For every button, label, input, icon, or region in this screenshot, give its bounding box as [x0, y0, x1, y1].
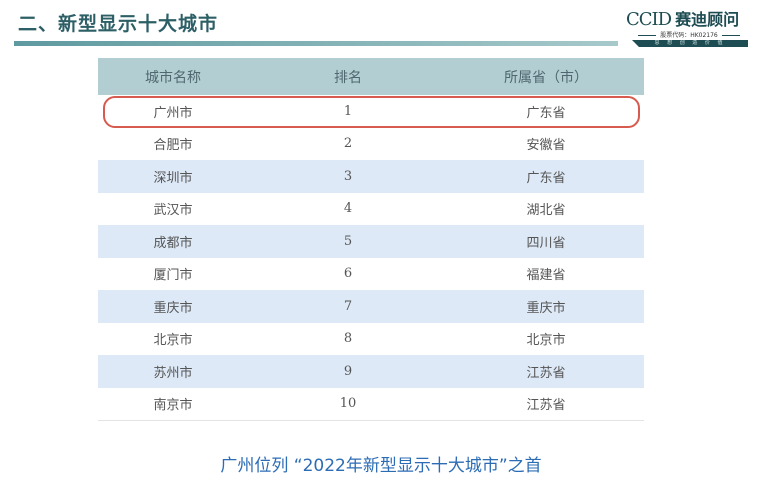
cell-rank: 4 [248, 192, 448, 225]
cell-city: 南京市 [98, 387, 248, 421]
page-title: 二、新型显示十大城市 [18, 13, 219, 35]
city-ranking-table: 城市名称 排名 所属省（市） 广州市 1 广东省 合肥市 2 安徽省 深圳市 3… [98, 58, 644, 421]
table-row: 苏州市 9 江苏省 [98, 355, 644, 388]
cell-rank: 5 [248, 225, 448, 258]
cell-province: 湖北省 [448, 192, 644, 225]
cell-city: 武汉市 [98, 192, 248, 225]
table-row: 厦门市 6 福建省 [98, 257, 644, 290]
caption: 广州位列 “2022年新型显示十大城市”之首 [220, 456, 542, 476]
cell-province: 重庆市 [448, 290, 644, 323]
ccid-logo: CCID 赛迪顾问 股票代码：HK02176 思 想 创 造 价 值 [626, 6, 750, 52]
table-row: 重庆市 7 重庆市 [98, 290, 644, 323]
table-header-row: 城市名称 排名 所属省（市） [98, 58, 644, 95]
cell-city: 深圳市 [98, 160, 248, 193]
cell-province: 北京市 [448, 322, 644, 355]
logo-brand-cn: 赛迪顾问 [675, 10, 740, 29]
header-province: 所属省（市） [448, 58, 644, 95]
cell-rank: 2 [248, 127, 448, 160]
cell-province: 广东省 [448, 160, 644, 193]
cell-rank: 1 [248, 95, 448, 128]
cell-city: 合肥市 [98, 127, 248, 160]
cell-province: 江苏省 [448, 387, 644, 421]
cell-rank: 6 [248, 257, 448, 290]
cell-rank: 7 [248, 290, 448, 323]
title-underline-bar [14, 41, 618, 46]
cell-city: 广州市 [98, 95, 248, 128]
logo-wordmark: CCID 赛迪顾问 [626, 6, 739, 30]
header-city-name: 城市名称 [98, 58, 248, 95]
cell-province: 广东省 [448, 95, 644, 128]
cell-city: 成都市 [98, 225, 248, 258]
cell-province: 江苏省 [448, 355, 644, 388]
logo-stock-code: 股票代码：HK02176 [630, 30, 748, 39]
cell-city: 厦门市 [98, 257, 248, 290]
table-row: 南京市 10 江苏省 [98, 387, 644, 421]
table-row: 合肥市 2 安徽省 [98, 127, 644, 160]
logo-tagline: 思 想 创 造 价 值 [632, 40, 748, 47]
cell-rank: 9 [248, 355, 448, 388]
cell-province: 安徽省 [448, 127, 644, 160]
table-row: 成都市 5 四川省 [98, 225, 644, 258]
cell-city: 重庆市 [98, 290, 248, 323]
table-row: 北京市 8 北京市 [98, 322, 644, 355]
logo-brand-latin: CCID [626, 9, 672, 30]
table-row: 武汉市 4 湖北省 [98, 192, 644, 225]
header-rank: 排名 [248, 58, 448, 95]
table-row: 广州市 1 广东省 [98, 95, 644, 128]
cell-province: 福建省 [448, 257, 644, 290]
cell-rank: 8 [248, 322, 448, 355]
cell-rank: 3 [248, 160, 448, 193]
table-row: 深圳市 3 广东省 [98, 160, 644, 193]
cell-city: 苏州市 [98, 355, 248, 388]
cell-city: 北京市 [98, 322, 248, 355]
cell-province: 四川省 [448, 225, 644, 258]
cell-rank: 10 [248, 387, 448, 421]
